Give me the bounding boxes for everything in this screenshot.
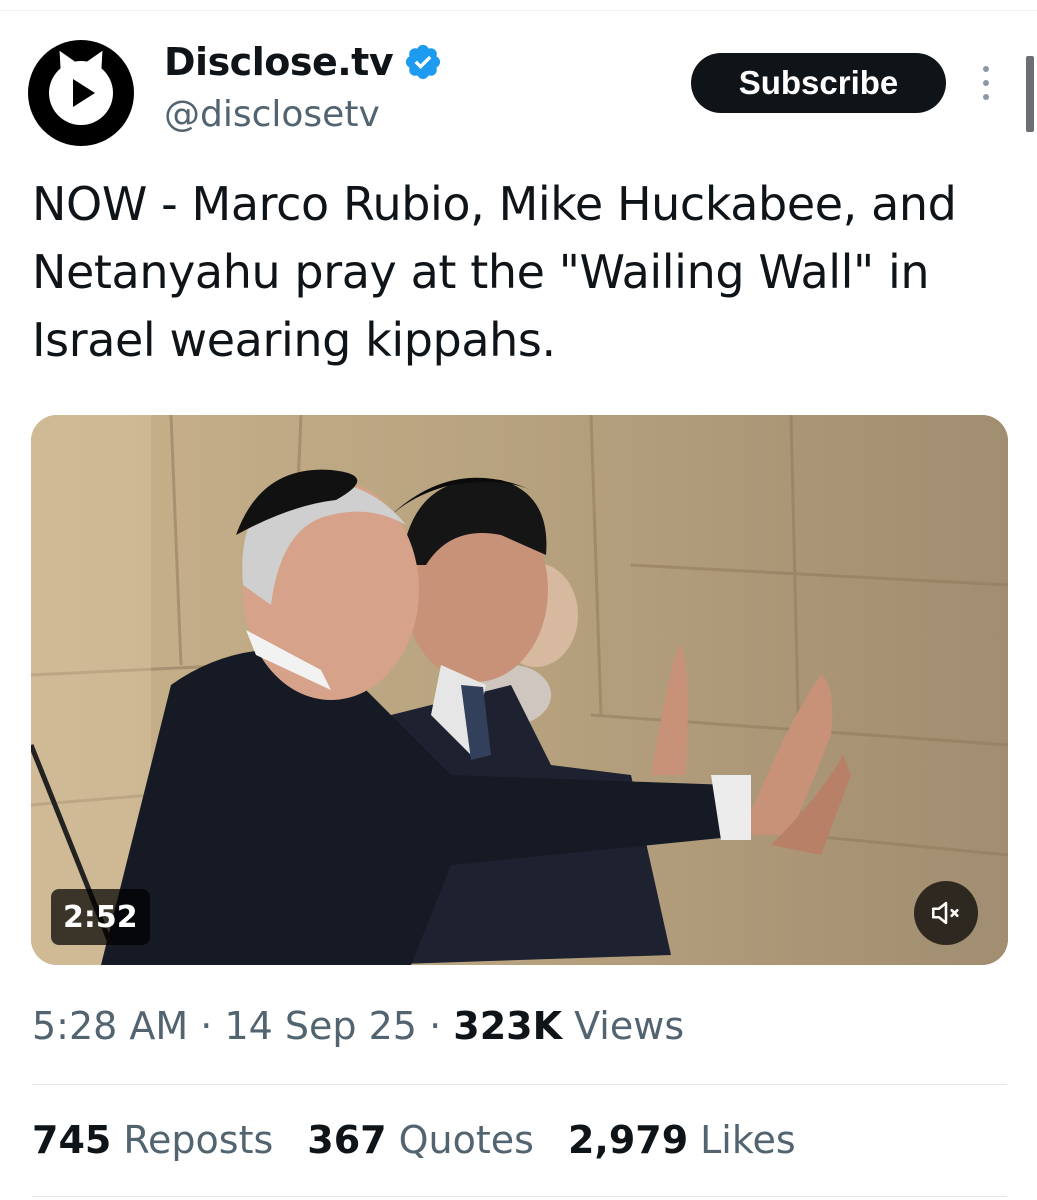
video-player[interactable]: 2:52 xyxy=(31,415,1008,965)
reposts-count: 745 xyxy=(32,1118,112,1162)
likes-stat[interactable]: 2,979 Likes xyxy=(568,1118,796,1162)
author-avatar[interactable] xyxy=(28,40,134,146)
reposts-stat[interactable]: 745 Reposts xyxy=(32,1118,273,1162)
meta-separator: · xyxy=(200,1004,213,1048)
stats-divider xyxy=(32,1084,1007,1085)
top-divider xyxy=(0,10,1037,11)
author-name-row[interactable]: Disclose.tv xyxy=(164,40,443,84)
quotes-stat[interactable]: 367 Quotes xyxy=(307,1118,534,1162)
quotes-count: 367 xyxy=(307,1118,387,1162)
video-duration-badge: 2:52 xyxy=(51,889,150,945)
meta-separator: · xyxy=(429,1004,442,1048)
speaker-mute-icon xyxy=(931,901,959,925)
subscribe-button[interactable]: Subscribe xyxy=(691,53,946,113)
quotes-label: Quotes xyxy=(398,1118,534,1162)
reposts-label: Reposts xyxy=(123,1118,274,1162)
likes-label: Likes xyxy=(700,1118,796,1162)
author-display-name[interactable]: Disclose.tv xyxy=(164,40,394,84)
tweet-date[interactable]: 14 Sep 25 xyxy=(224,1004,417,1048)
tweet-text: NOW - Marco Rubio, Mike Huckabee, and Ne… xyxy=(32,177,957,367)
views-label: Views xyxy=(574,1004,685,1048)
bottom-divider xyxy=(32,1196,1007,1197)
likes-count: 2,979 xyxy=(567,1118,689,1162)
video-thumbnail xyxy=(31,415,1008,965)
views-count: 323K xyxy=(453,1004,563,1048)
tweet-page: Disclose.tv @disclosetv Subscribe NOW - … xyxy=(0,0,1037,1200)
tweet-time[interactable]: 5:28 AM xyxy=(32,1004,188,1048)
play-logo-icon xyxy=(49,61,113,125)
verified-badge-icon xyxy=(406,44,441,80)
scrollbar[interactable] xyxy=(1026,56,1034,132)
author-handle[interactable]: @disclosetv xyxy=(164,94,380,135)
volume-muted-icon[interactable] xyxy=(914,881,978,945)
engagement-stats: 745 Reposts 367 Quotes 2,979 Likes xyxy=(32,1118,796,1162)
more-options-icon[interactable] xyxy=(976,66,996,100)
tweet-meta: 5:28 AM · 14 Sep 25 · 323K Views xyxy=(32,1004,684,1048)
